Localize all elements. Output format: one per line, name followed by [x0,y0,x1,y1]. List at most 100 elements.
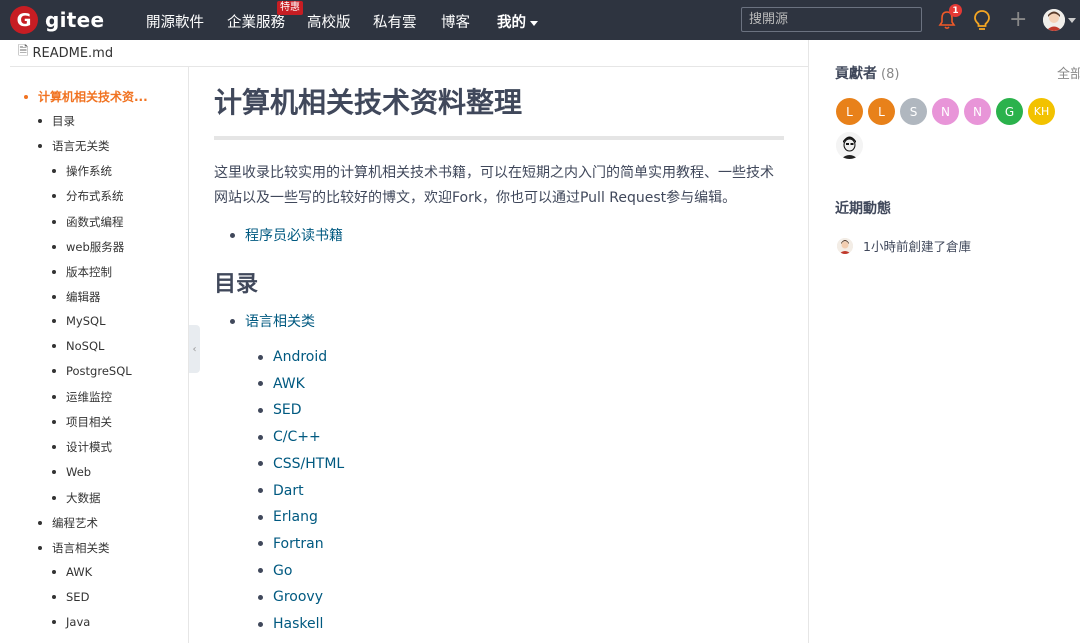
user-avatar[interactable] [1043,9,1065,31]
language-link[interactable]: Haskell [273,616,323,632]
toc-item-label: 编程艺术 [52,515,98,530]
bullet [38,520,42,525]
gitee-logo[interactable]: G gitee [10,6,104,34]
readme-intro: 这里收录比较实用的计算机相关技术书籍，可以在短期之内入门的简单实用教程、一些技术… [214,165,774,206]
toc-item[interactable]: 目录 [38,113,75,129]
bullet [52,395,56,400]
toc-item[interactable]: Java [52,615,90,629]
toc-item[interactable]: 版本控制 [52,264,112,280]
contributor-photo-icon [836,132,863,159]
bullet [38,119,42,124]
toc-item-label: 运维监控 [66,390,112,405]
notification-count-badge: 1 [949,4,962,17]
language-link[interactable]: SED [273,402,302,418]
readme-file-name[interactable]: README.md [32,46,113,61]
bullet [258,488,263,493]
list-item: Erlang [258,509,318,525]
toc-item[interactable]: 操作系统 [52,163,112,179]
bullet [52,344,56,348]
toc-item-label: MySQL [66,313,106,328]
toc-item[interactable]: 运维监控 [52,389,112,405]
language-link[interactable]: Erlang [273,509,318,525]
nav-blog[interactable]: 博客 [441,11,470,32]
language-link[interactable]: CSS/HTML [273,456,344,472]
contributor-avatar-photo[interactable] [836,132,863,159]
toc-item[interactable]: web服务器 [52,239,124,255]
link-language-related[interactable]: 语言相关类 [245,311,315,331]
nav-education[interactable]: 高校版 [307,11,351,32]
avatar-chevron-down-icon[interactable] [1068,18,1076,23]
list-item: Go [258,563,292,579]
bullet [52,219,56,224]
toc-item[interactable]: SED [52,590,89,604]
search-input[interactable] [741,7,922,32]
link-must-read-books[interactable]: 程序员必读书籍 [245,225,343,245]
language-link[interactable]: Dart [273,483,304,499]
readme-content: 计算机相关技术资料整理 这里收录比较实用的计算机相关技术书籍，可以在短期之内入门… [200,67,808,643]
nav-enterprise[interactable]: 企業服務 [227,11,285,32]
nav-mine-dropdown[interactable]: 我的 [497,11,538,32]
contributor-avatar[interactable]: G [996,98,1023,125]
toc-item[interactable]: PostgreSQL [52,364,132,378]
contributor-avatar[interactable]: S [900,98,927,125]
contributor-avatar[interactable]: N [932,98,959,125]
language-link[interactable]: Groovy [273,589,323,605]
bullet [258,514,263,520]
bullet [258,568,263,574]
contributors-all-link[interactable]: 全部 [1057,63,1080,82]
toc-item[interactable]: 语言相关类 [38,540,110,556]
toc-item[interactable]: 语言无关类 [38,138,110,154]
toc-item[interactable]: 分布式系统 [52,188,124,204]
toc-item[interactable]: NoSQL [52,339,104,353]
contributors-heading: 貢獻者 (8) [835,63,899,83]
language-link[interactable]: AWK [273,376,305,392]
activity-item: 1小時前創建了倉庫 [837,236,971,255]
collapse-toc-handle[interactable]: ‹ [189,325,200,373]
bullet [52,369,56,374]
language-link[interactable]: Fortran [273,536,324,552]
contributor-avatar[interactable]: L [836,98,863,125]
bullet [258,594,263,600]
bullet [258,354,263,360]
toc-item[interactable]: AWK [52,565,92,579]
list-item: Android [258,349,327,365]
language-link[interactable]: Go [273,563,292,579]
nav-open-source[interactable]: 開源軟件 [146,11,204,32]
toc-item[interactable]: 项目相关 [52,414,112,430]
bullet [38,545,42,550]
bullet [52,244,56,249]
toc-item[interactable]: MySQL [52,314,106,328]
list-item: 程序员必读书籍 [230,225,343,245]
language-link[interactable]: C/C++ [273,429,321,445]
language-link[interactable]: Android [273,349,327,365]
toc-item[interactable]: Web [52,465,91,479]
bullet [230,318,235,324]
bullet [52,445,56,450]
nav-private-cloud[interactable]: 私有雲 [373,11,417,32]
toc-item-label: 操作系统 [66,164,112,179]
contributor-avatar[interactable]: L [868,98,895,125]
toc-item-label: 项目相关 [66,415,112,430]
contributor-avatar[interactable]: KH [1028,98,1055,125]
activity-avatar-icon [837,237,853,254]
toc-item[interactable]: 计算机相关技术资... [24,88,148,105]
lightbulb-icon[interactable] [971,9,993,31]
bullet [52,420,56,425]
toc-item[interactable]: 编辑器 [52,289,101,305]
toc-item[interactable]: 大数据 [52,490,101,506]
promo-badge: 特惠 [277,1,303,15]
contributors-title: 貢獻者 [835,66,877,82]
toc-item[interactable]: 函数式编程 [52,214,124,230]
plus-icon[interactable]: + [1009,9,1027,31]
recent-activity-heading: 近期動態 [835,201,891,217]
toc-item-label: 计算机相关技术资... [38,90,148,104]
toc-heading: 目录 [214,272,259,297]
user-avatar-icon [1043,9,1065,31]
toc-item[interactable]: 编程艺术 [38,515,98,531]
activity-user-avatar[interactable] [837,237,853,254]
list-item: C/C++ [258,429,321,445]
bullet [258,621,263,627]
toc-item[interactable]: 设计模式 [52,439,112,455]
toc-item-label: 编辑器 [66,289,101,304]
contributor-avatar[interactable]: N [964,98,991,125]
